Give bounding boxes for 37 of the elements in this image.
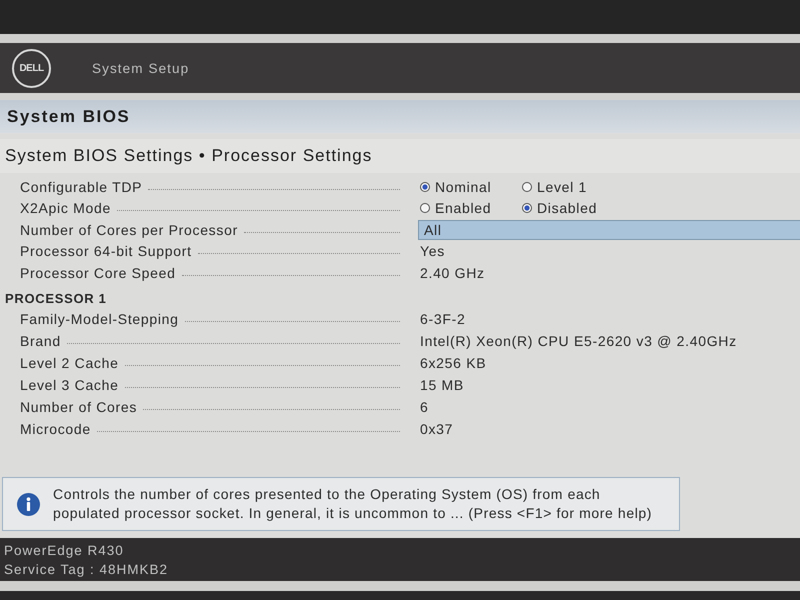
page-title: System BIOS Settings • Processor Settings <box>5 146 372 166</box>
info-label: Number of Cores <box>20 399 138 415</box>
info-value: 15 MB <box>419 376 465 394</box>
radio-option[interactable]: Level 1 <box>520 178 622 196</box>
info-icon <box>17 492 40 516</box>
radio-icon[interactable] <box>522 203 532 214</box>
radio-icon[interactable] <box>522 182 532 192</box>
setting-label: Processor 64-bit Support <box>20 243 193 260</box>
radio-option[interactable]: Enabled <box>418 199 520 218</box>
radio-option[interactable]: Disabled <box>520 199 622 218</box>
info-label: Level 2 Cache <box>20 355 120 371</box>
info-value: 6 <box>419 398 430 416</box>
info-value: 6x256 KB <box>419 354 488 372</box>
logo: DELL <box>12 48 51 88</box>
radio-option[interactable]: Nominal <box>418 178 520 196</box>
setting-label: Number of Cores per Processor <box>20 222 239 238</box>
info-label: Level 3 Cache <box>20 377 120 393</box>
radio-icon[interactable] <box>420 203 430 214</box>
setting-label: X2Apic Mode <box>20 200 112 216</box>
setting-label: Processor Core Speed <box>20 264 177 281</box>
section-title: System BIOS <box>7 106 130 126</box>
setting-value: Yes <box>419 242 446 260</box>
info-value: Intel(R) Xeon(R) CPU E5-2620 v3 @ 2.40GHz <box>419 332 738 350</box>
model-name: PowerEdge R430 <box>4 542 125 558</box>
help-text: Controls the number of cores presented to the Operating System (OS) from each populated processor socket. In general, it is uncommon to ... (Press <F1> for more help) <box>53 485 654 523</box>
section-heading: PROCESSOR 1 <box>5 290 107 306</box>
service-tag: Service Tag : 48HMKB2 <box>4 560 800 578</box>
header-title: System Setup <box>92 60 190 76</box>
radio-icon[interactable] <box>420 182 430 192</box>
dropdown-field[interactable]: All <box>418 220 800 240</box>
setting-value: 2.40 GHz <box>419 264 486 282</box>
info-label: Brand <box>20 333 62 349</box>
info-label: Microcode <box>20 421 92 437</box>
info-value: 6-3F-2 <box>419 310 466 328</box>
info-label: Family-Model-Stepping <box>20 311 180 327</box>
info-value: 0x37 <box>419 420 454 438</box>
setting-label: Configurable TDP <box>20 178 144 195</box>
